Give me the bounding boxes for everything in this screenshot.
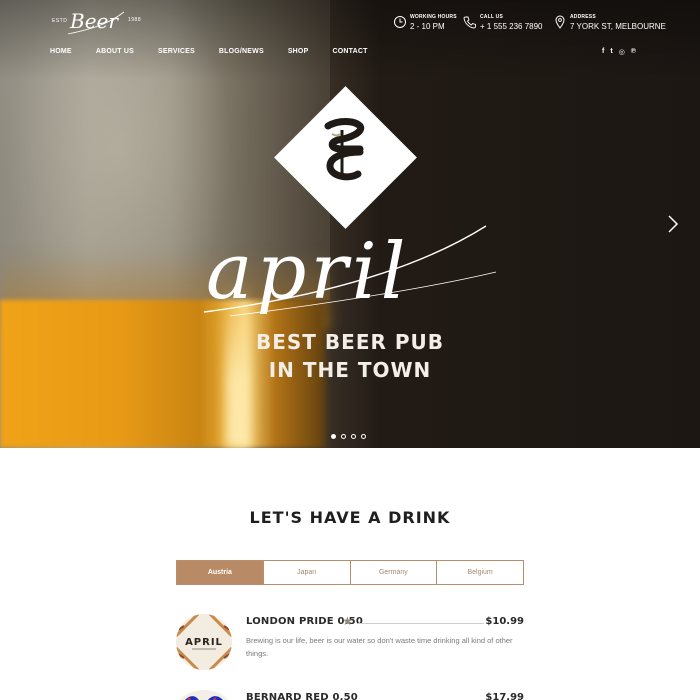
ampersand-brush-icon — [324, 118, 365, 181]
hero-script-text: april — [206, 227, 410, 317]
address-value: 7 YORK ST, MELBOURNE — [570, 21, 666, 31]
star-icon: ★ — [342, 614, 353, 628]
instagram-icon[interactable]: ◎ — [619, 48, 625, 56]
address: ADDRESS 7 YORK ST, MELBOURNE — [553, 10, 666, 34]
call-us[interactable]: CALL US + 1 555 236 7890 — [463, 10, 543, 34]
hero-tagline-line2: IN THE TOWN — [268, 358, 432, 382]
country-tabs: Austria Japan Germany Belgium — [176, 560, 524, 585]
site-logo[interactable]: ESTD Beer 1988 — [52, 6, 142, 38]
logo-script-icon: Beer — [67, 9, 125, 35]
nav-about-us[interactable]: ABOUT US — [96, 48, 134, 60]
call-us-label: CALL US — [480, 13, 503, 20]
social-links: f t ◎ ℗ — [602, 48, 636, 56]
hero-tagline: BEST BEER PUB IN THE TOWN — [200, 328, 500, 384]
drink-thumbnail — [176, 690, 232, 700]
working-hours: WORKING HOURS 2 - 10 PM — [393, 10, 457, 34]
tab-germany[interactable]: Germany — [349, 561, 437, 584]
nav-shop[interactable]: SHOP — [288, 48, 309, 60]
chevron-right-icon[interactable] — [666, 214, 680, 234]
slider-dot-3[interactable] — [351, 434, 356, 439]
nav-home[interactable]: HOME — [50, 48, 72, 60]
main-nav: HOME ABOUT US SERVICES BLOG/NEWS SHOP CO… — [50, 48, 368, 60]
logo-brand: Beer — [69, 9, 119, 33]
facebook-icon[interactable]: f — [602, 48, 604, 56]
drink-description: Brewing is our life, beer is our water s… — [246, 636, 513, 658]
drink-name: BERNARD RED 0.50 — [246, 692, 358, 700]
location-pin-icon — [555, 15, 565, 29]
working-hours-label: WORKING HOURS — [410, 13, 457, 20]
drink-thumbnail: APRIL — [176, 614, 232, 670]
nav-services[interactable]: SERVICES — [158, 48, 195, 60]
tab-japan[interactable]: Japan — [262, 561, 350, 584]
call-us-value: + 1 555 236 7890 — [480, 21, 543, 31]
nav-blog-news[interactable]: BLOG/NEWS — [219, 48, 264, 60]
slider-dot-1[interactable] — [331, 434, 336, 439]
drink-item[interactable]: BERNARD RED 0.50 $17.99 — [176, 690, 524, 700]
phone-icon — [463, 16, 476, 29]
slider-dot-2[interactable] — [341, 434, 346, 439]
section-title: LET'S HAVE A DRINK — [249, 508, 451, 527]
hero-script-april: april — [203, 225, 497, 317]
drink-item[interactable]: APRIL LONDON PRIDE 0.50 ★ $10.99 Brewing… — [176, 614, 524, 674]
price-leader-line — [358, 623, 484, 624]
logo-year: 1988 — [128, 17, 142, 23]
tab-austria[interactable]: Austria — [177, 561, 263, 584]
twitter-icon[interactable]: t — [610, 48, 612, 56]
tab-belgium[interactable]: Belgium — [436, 561, 523, 584]
working-hours-value: 2 - 10 PM — [410, 21, 445, 31]
thumb-label: APRIL — [185, 637, 223, 648]
drink-price: $10.99 — [485, 616, 524, 627]
april-label-icon: APRIL — [176, 614, 232, 670]
hero-slider: ESTD Beer 1988 WORKING HOURS 2 - 10 PM C… — [0, 0, 700, 448]
clock-icon — [394, 16, 406, 28]
slider-dots — [331, 434, 366, 439]
address-label: ADDRESS — [570, 13, 596, 20]
nav-contact[interactable]: CONTACT — [332, 48, 367, 60]
drink-price: $17.99 — [485, 692, 524, 700]
pinterest-icon[interactable]: ℗ — [631, 48, 636, 56]
hero-tagline-line1: BEST BEER PUB — [256, 330, 444, 354]
slider-dot-4[interactable] — [361, 434, 366, 439]
bernard-label-icon — [176, 690, 232, 700]
